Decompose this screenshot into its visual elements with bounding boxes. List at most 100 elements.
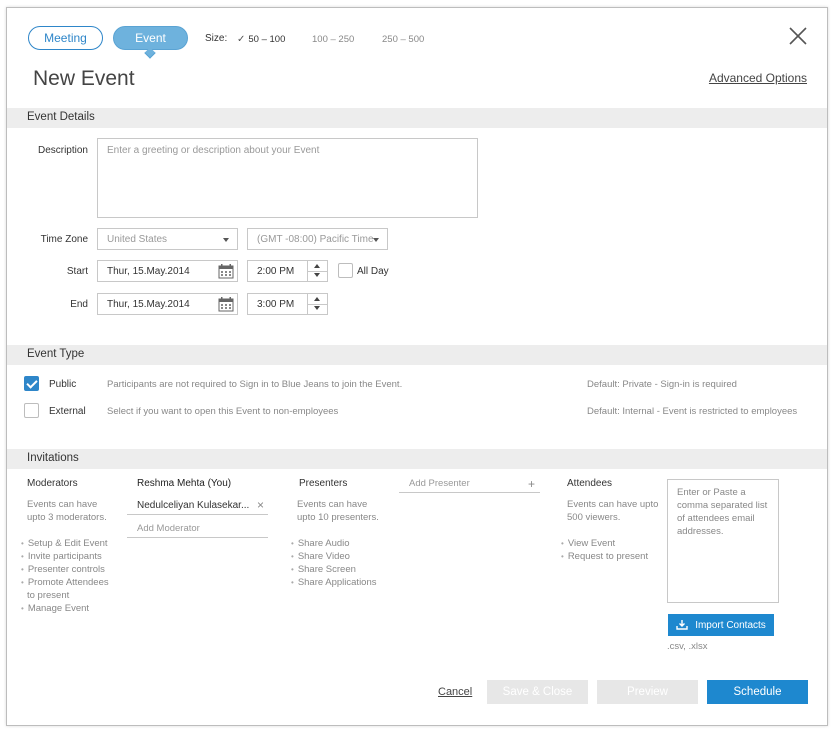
presenter-permissions: Share Audio Share Video Share Screen Sha… — [291, 537, 377, 589]
list-item: Request to present — [561, 550, 648, 563]
presenters-desc-line: Events can have — [297, 499, 368, 510]
list-item: Setup & Edit Event — [21, 537, 109, 550]
external-description: Select if you want to open this Event to… — [107, 406, 339, 417]
all-day-label: All Day — [357, 266, 389, 277]
add-presenter-placeholder: Add Presenter — [409, 478, 470, 489]
end-date-value: Thur, 15.May.2014 — [107, 298, 190, 310]
timezone-zone-select[interactable]: (GMT -08:00) Pacific Time — [247, 228, 388, 250]
check-icon: ✓ — [237, 34, 246, 45]
list-item: Promote Attendees — [21, 576, 109, 589]
external-default-note: Default: Internal - Event is restricted … — [587, 406, 798, 417]
size-option-50-100[interactable]: ✓ 50 – 100 — [237, 34, 285, 45]
add-presenter-input[interactable]: Add Presenter + — [399, 477, 540, 493]
decrement-button[interactable] — [308, 303, 327, 314]
moderator-permissions: Setup & Edit Event Invite participants P… — [21, 537, 109, 615]
presenters-title: Presenters — [299, 478, 348, 489]
list-item: Share Video — [291, 550, 377, 563]
list-item: Share Screen — [291, 563, 377, 576]
add-moderator-input[interactable]: Add Moderator — [127, 523, 268, 538]
size-option-250-500[interactable]: 250 – 500 — [382, 34, 424, 45]
save-close-button[interactable]: Save & Close — [487, 680, 588, 704]
moderator-name: Nedulceliyan Kulasekar... — [137, 500, 250, 511]
start-time-value: 2:00 PM — [257, 265, 295, 277]
presenters-desc: Events can have upto 10 presenters. — [297, 498, 379, 524]
import-contacts-label: Import Contacts — [695, 619, 766, 631]
moderators-desc-line: upto 3 moderators. — [27, 512, 107, 523]
remove-icon[interactable]: × — [257, 498, 264, 512]
end-time-value: 3:00 PM — [257, 298, 295, 310]
chevron-down-icon — [314, 306, 320, 310]
start-time-stepper — [307, 261, 327, 281]
advanced-options-link[interactable]: Advanced Options — [709, 71, 807, 85]
public-label: Public — [49, 379, 77, 390]
chevron-down-icon — [223, 238, 229, 242]
chevron-up-icon — [314, 297, 320, 301]
decrement-button[interactable] — [308, 270, 327, 281]
all-day-checkbox[interactable] — [338, 263, 353, 278]
chevron-down-icon — [373, 238, 379, 242]
timezone-country-select[interactable]: United States — [97, 228, 238, 250]
timezone-label: Time Zone — [40, 234, 88, 245]
external-label: External — [49, 406, 86, 417]
list-item: Invite participants — [21, 550, 109, 563]
moderators-desc-line: Events can have — [27, 499, 98, 510]
size-label: Size: — [205, 33, 228, 44]
list-item: to present — [27, 590, 70, 601]
close-icon[interactable] — [787, 25, 809, 47]
start-time-field[interactable]: 2:00 PM — [247, 260, 328, 282]
attendee-permissions: View Event Request to present — [561, 537, 648, 563]
start-date-value: Thur, 15.May.2014 — [107, 265, 190, 277]
size-option-100-250[interactable]: 100 – 250 — [312, 34, 354, 45]
attendees-desc-line: 500 viewers. — [567, 512, 621, 523]
invitations-header: Invitations — [7, 449, 827, 469]
external-checkbox[interactable] — [24, 403, 39, 418]
chevron-down-icon — [314, 273, 320, 277]
moderators-title: Moderators — [27, 478, 78, 489]
attendees-title: Attendees — [567, 478, 613, 489]
section-title: Event Details — [27, 111, 95, 123]
list-item: Manage Event — [21, 602, 109, 615]
public-default-note: Default: Private - Sign-in is required — [587, 379, 737, 390]
schedule-button[interactable]: Schedule — [707, 680, 808, 704]
timezone-country-value: United States — [107, 233, 168, 245]
cancel-link[interactable]: Cancel — [438, 686, 472, 698]
start-date-field[interactable]: Thur, 15.May.2014 — [97, 260, 238, 282]
event-type-header: Event Type — [7, 345, 827, 365]
public-checkbox[interactable] — [24, 376, 39, 391]
file-types-note: .csv, .xlsx — [667, 641, 708, 652]
end-date-field[interactable]: Thur, 15.May.2014 — [97, 293, 238, 315]
end-time-stepper — [307, 294, 327, 314]
description-label: Description — [37, 145, 88, 156]
moderator-chip: Nedulceliyan Kulasekar... × — [127, 498, 268, 515]
calendar-icon[interactable] — [218, 297, 234, 312]
calendar-icon[interactable] — [218, 264, 234, 279]
list-item: View Event — [561, 537, 648, 550]
list-item: Presenter controls — [21, 563, 109, 576]
attendees-email-textarea[interactable]: Enter or Paste a comma separated list of… — [667, 479, 779, 603]
presenters-desc-line: upto 10 presenters. — [297, 512, 379, 523]
plus-icon[interactable]: + — [528, 477, 535, 491]
import-contacts-button[interactable]: Import Contacts — [668, 614, 774, 636]
attendees-desc: Events can have upto 500 viewers. — [567, 498, 658, 524]
event-tab[interactable]: Event — [113, 26, 188, 50]
event-details-header: Event Details — [7, 108, 827, 128]
timezone-zone-value: (GMT -08:00) Pacific Time — [257, 233, 374, 245]
page-title: New Event — [33, 67, 135, 90]
start-label: Start — [66, 266, 88, 277]
section-title: Event Type — [27, 348, 85, 360]
chevron-up-icon — [314, 264, 320, 268]
public-description: Participants are not required to Sign in… — [107, 379, 403, 390]
meeting-tab[interactable]: Meeting — [28, 26, 103, 50]
section-title: Invitations — [27, 452, 79, 464]
end-time-field[interactable]: 3:00 PM — [247, 293, 328, 315]
new-event-dialog: Meeting Event Size: ✓ 50 – 100 100 – 250 … — [6, 7, 828, 726]
list-item: Share Audio — [291, 537, 377, 550]
end-label: End — [70, 299, 88, 310]
moderator-owner: Reshma Mehta (You) — [137, 478, 232, 489]
preview-button[interactable]: Preview — [597, 680, 698, 704]
size-option-label: 50 – 100 — [248, 34, 286, 45]
description-textarea[interactable]: Enter a greeting or description about yo… — [97, 138, 478, 218]
download-icon — [676, 620, 688, 630]
moderators-desc: Events can have upto 3 moderators. — [27, 498, 107, 524]
attendees-desc-line: Events can have upto — [567, 499, 659, 510]
